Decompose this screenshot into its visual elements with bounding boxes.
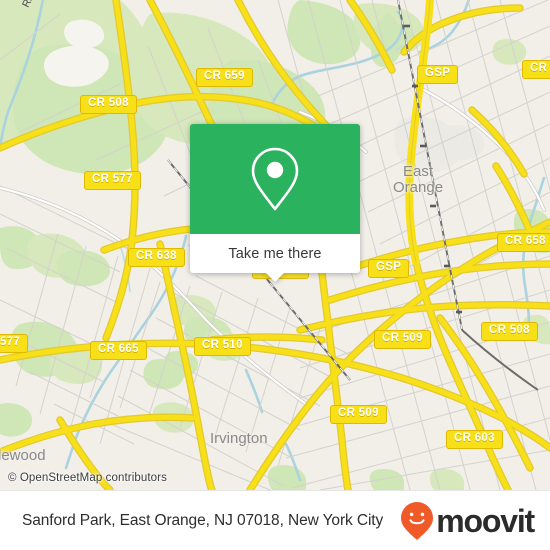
place-label-maplewood: lewood bbox=[0, 447, 46, 464]
place-label-east-orange: East Orange bbox=[393, 164, 443, 196]
callout-icon-panel bbox=[190, 124, 360, 234]
moovit-wordmark: moovit bbox=[436, 502, 535, 539]
footer-bar: Sanford Park, East Orange, NJ 07018, New… bbox=[0, 490, 550, 550]
place-label-east-orange-line2: Orange bbox=[393, 178, 444, 196]
road-shield-cr-edge-top[interactable]: CR bbox=[522, 60, 550, 79]
place-label-east-orange-line1: East bbox=[403, 163, 434, 180]
take-me-there-callout[interactable]: Take me there bbox=[190, 124, 360, 282]
location-caption: Sanford Park, East Orange, NJ 07018, New… bbox=[22, 511, 384, 529]
road-shield-cr665[interactable]: CR 665 bbox=[90, 341, 147, 360]
moovit-brand[interactable]: moovit bbox=[400, 501, 535, 541]
road-shield-cr659[interactable]: CR 659 bbox=[196, 68, 253, 87]
map-canvas[interactable]: Rahway CR 659 GSP CR CR 508 CR 577 CR 63… bbox=[0, 0, 550, 490]
road-shield-cr508-east[interactable]: CR 508 bbox=[481, 322, 538, 341]
road-shield-cr603[interactable]: CR 603 bbox=[446, 430, 503, 449]
road-shield-cr577-nw[interactable]: CR 577 bbox=[84, 171, 141, 190]
road-shield-cr510[interactable]: CR 510 bbox=[194, 337, 251, 356]
place-label-irvington: Irvington bbox=[210, 430, 268, 447]
road-shield-cr509-east[interactable]: CR 509 bbox=[374, 330, 431, 349]
callout-action-bar[interactable]: Take me there bbox=[190, 234, 360, 282]
road-shield-gsp-south[interactable]: GSP bbox=[368, 259, 410, 278]
road-shield-cr508-nw[interactable]: CR 508 bbox=[80, 95, 137, 114]
road-shield-cr509-south[interactable]: CR 509 bbox=[330, 405, 387, 424]
road-shield-gsp-north[interactable]: GSP bbox=[417, 65, 459, 84]
road-shield-cr638[interactable]: CR 638 bbox=[128, 248, 185, 267]
map-share-card: Rahway CR 659 GSP CR CR 508 CR 577 CR 63… bbox=[0, 0, 550, 550]
take-me-there-label: Take me there bbox=[228, 245, 322, 262]
moovit-pin-smiley-icon bbox=[401, 501, 434, 540]
road-shield-cr577-west[interactable]: 577 bbox=[0, 334, 29, 353]
map-pin-icon bbox=[251, 147, 299, 211]
road-shield-cr658[interactable]: CR 658 bbox=[497, 233, 550, 252]
osm-attribution[interactable]: © OpenStreetMap contributors bbox=[8, 472, 167, 484]
callout-pointer bbox=[265, 272, 285, 282]
